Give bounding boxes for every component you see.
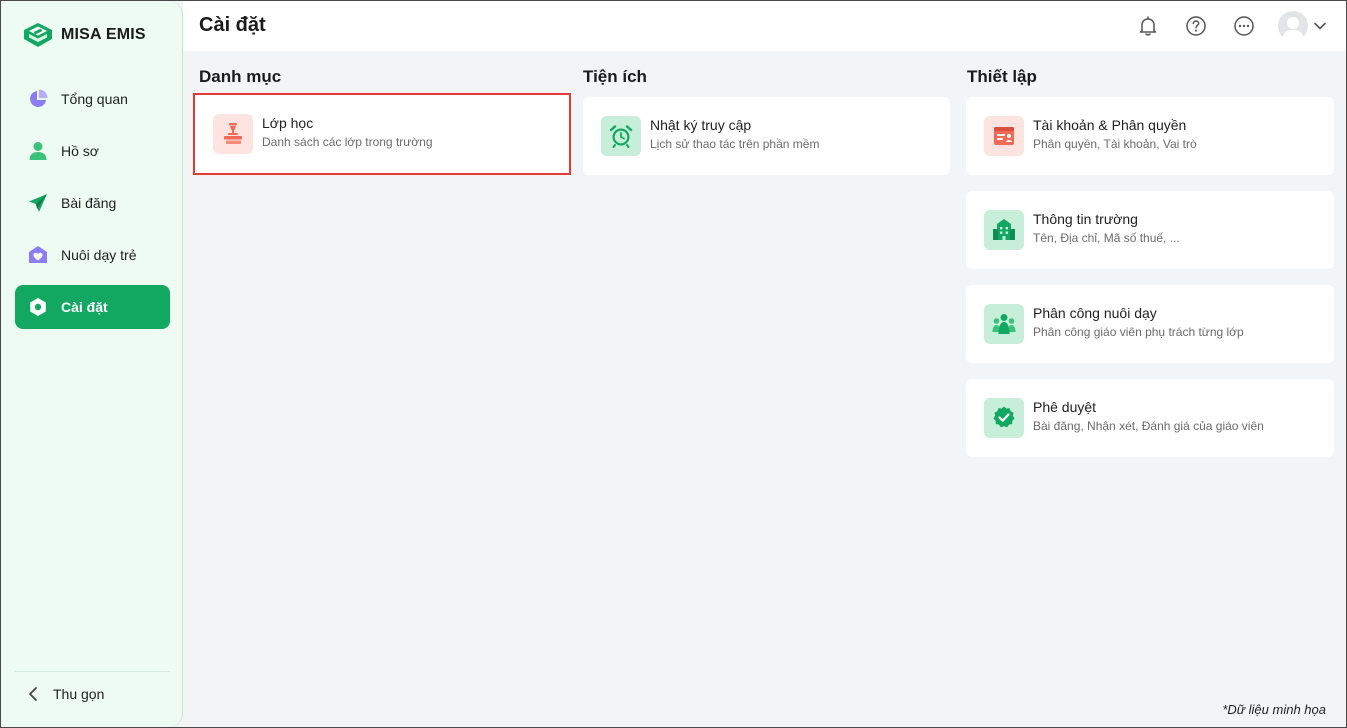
sidebar-nav: Tổng quan Hồ sơ Bài đăng Nuôi dạy trẻ Cà… [15,77,170,337]
heart-house-icon [27,244,49,266]
pie-chart-icon [27,88,49,110]
help-icon [1186,16,1206,36]
bell-icon [1139,16,1157,36]
chevron-down-icon [1314,22,1326,30]
user-avatar-icon [1282,17,1304,41]
card-subtitle: Phân quyền, Tài khoản, Vai trò [1033,137,1197,151]
header-actions [1116,10,1328,42]
alarm-clock-icon [601,116,641,156]
sidebar-item-tong-quan[interactable]: Tổng quan [15,77,170,121]
card-title: Thông tin trường [1033,211,1138,227]
card-subtitle: Tên, Địa chỉ, Mã số thuế, ... [1033,231,1180,245]
gear-icon [27,296,49,318]
collapse-sidebar-button[interactable]: Thu gọn [27,681,104,707]
demo-data-footnote: *Dữ liệu minh họa [1222,702,1326,717]
classroom-icon [213,114,253,154]
sidebar: MISA EMIS Tổng quan Hồ sơ Bài đăng Nuôi … [1,1,183,727]
section-title: Tiện ích [583,67,647,86]
card-title: Tài khoản & Phân quyền [1033,117,1187,133]
card-phe-duyet[interactable]: Phê duyệt Bài đăng, Nhận xét, Đánh giá c… [966,379,1334,457]
card-tai-khoan-phan-quyen[interactable]: Tài khoản & Phân quyền Phân quyền, Tài k… [966,97,1334,175]
card-subtitle: Danh sách các lớp trong trường [262,135,433,149]
sidebar-item-label: Hồ sơ [61,143,99,159]
sidebar-item-nuoi-day-tre[interactable]: Nuôi dạy trẻ [15,233,170,277]
sidebar-item-bai-dang[interactable]: Bài đăng [15,181,170,225]
card-thong-tin-truong[interactable]: Thông tin trường Tên, Địa chỉ, Mã số thu… [966,191,1334,269]
sidebar-item-cai-dat[interactable]: Cài đặt [15,285,170,329]
card-phan-cong-nuoi-day[interactable]: Phân công nuôi dạy Phân công giáo viên p… [966,285,1334,363]
account-menu-toggle[interactable] [1312,18,1328,34]
sidebar-item-label: Bài đăng [61,195,117,211]
account-icon [984,116,1024,156]
help-button[interactable] [1180,10,1212,42]
group-icon [984,304,1024,344]
more-icon [1234,16,1254,36]
brand-name: MISA EMIS [61,26,146,43]
sidebar-item-label: Cài đặt [61,299,108,315]
card-title: Phê duyệt [1033,399,1097,415]
collapse-label: Thu gọn [53,686,105,702]
brand-logo[interactable]: MISA EMIS [21,20,146,50]
card-title: Phân công nuôi dạy [1033,305,1157,321]
card-lop-hoc[interactable]: Lớp học Danh sách các lớp trong trường [193,93,571,175]
section-tien-ich: Tiện ích [583,67,647,91]
card-subtitle: Bài đăng, Nhận xét, Đánh giá của giáo vi… [1033,419,1264,433]
chevron-left-icon [29,687,37,701]
sidebar-divider [15,671,170,672]
card-nhat-ky-truy-cap[interactable]: Nhật ký truy cập Lịch sử thao tác trên p… [583,97,950,175]
card-title: Lớp học [262,115,314,131]
section-title: Danh mục [199,67,282,86]
person-icon [27,140,49,162]
more-options-button[interactable] [1228,10,1260,42]
avatar[interactable] [1278,11,1308,41]
card-subtitle: Phân công giáo viên phụ trách từng lớp [1033,325,1244,339]
page-title: Cài đặt [199,14,266,36]
app-window: MISA EMIS Tổng quan Hồ sơ Bài đăng Nuôi … [0,0,1347,728]
section-danh-muc: Danh mục [199,67,281,91]
section-thiet-lap: Thiết lập [967,67,1037,91]
card-subtitle: Lịch sử thao tác trên phần mềm [650,137,820,151]
notification-button[interactable] [1132,10,1164,42]
misa-logo-icon [24,23,52,47]
school-building-icon [984,210,1024,250]
top-header: Cài đặt [183,1,1346,51]
paper-plane-icon [27,192,49,214]
sidebar-item-ho-so[interactable]: Hồ sơ [15,129,170,173]
section-title: Thiết lập [967,67,1037,86]
card-title: Nhật ký truy cập [650,117,752,133]
approved-badge-icon [984,398,1024,438]
sidebar-item-label: Tổng quan [61,91,128,107]
sidebar-item-label: Nuôi dạy trẻ [61,247,137,263]
